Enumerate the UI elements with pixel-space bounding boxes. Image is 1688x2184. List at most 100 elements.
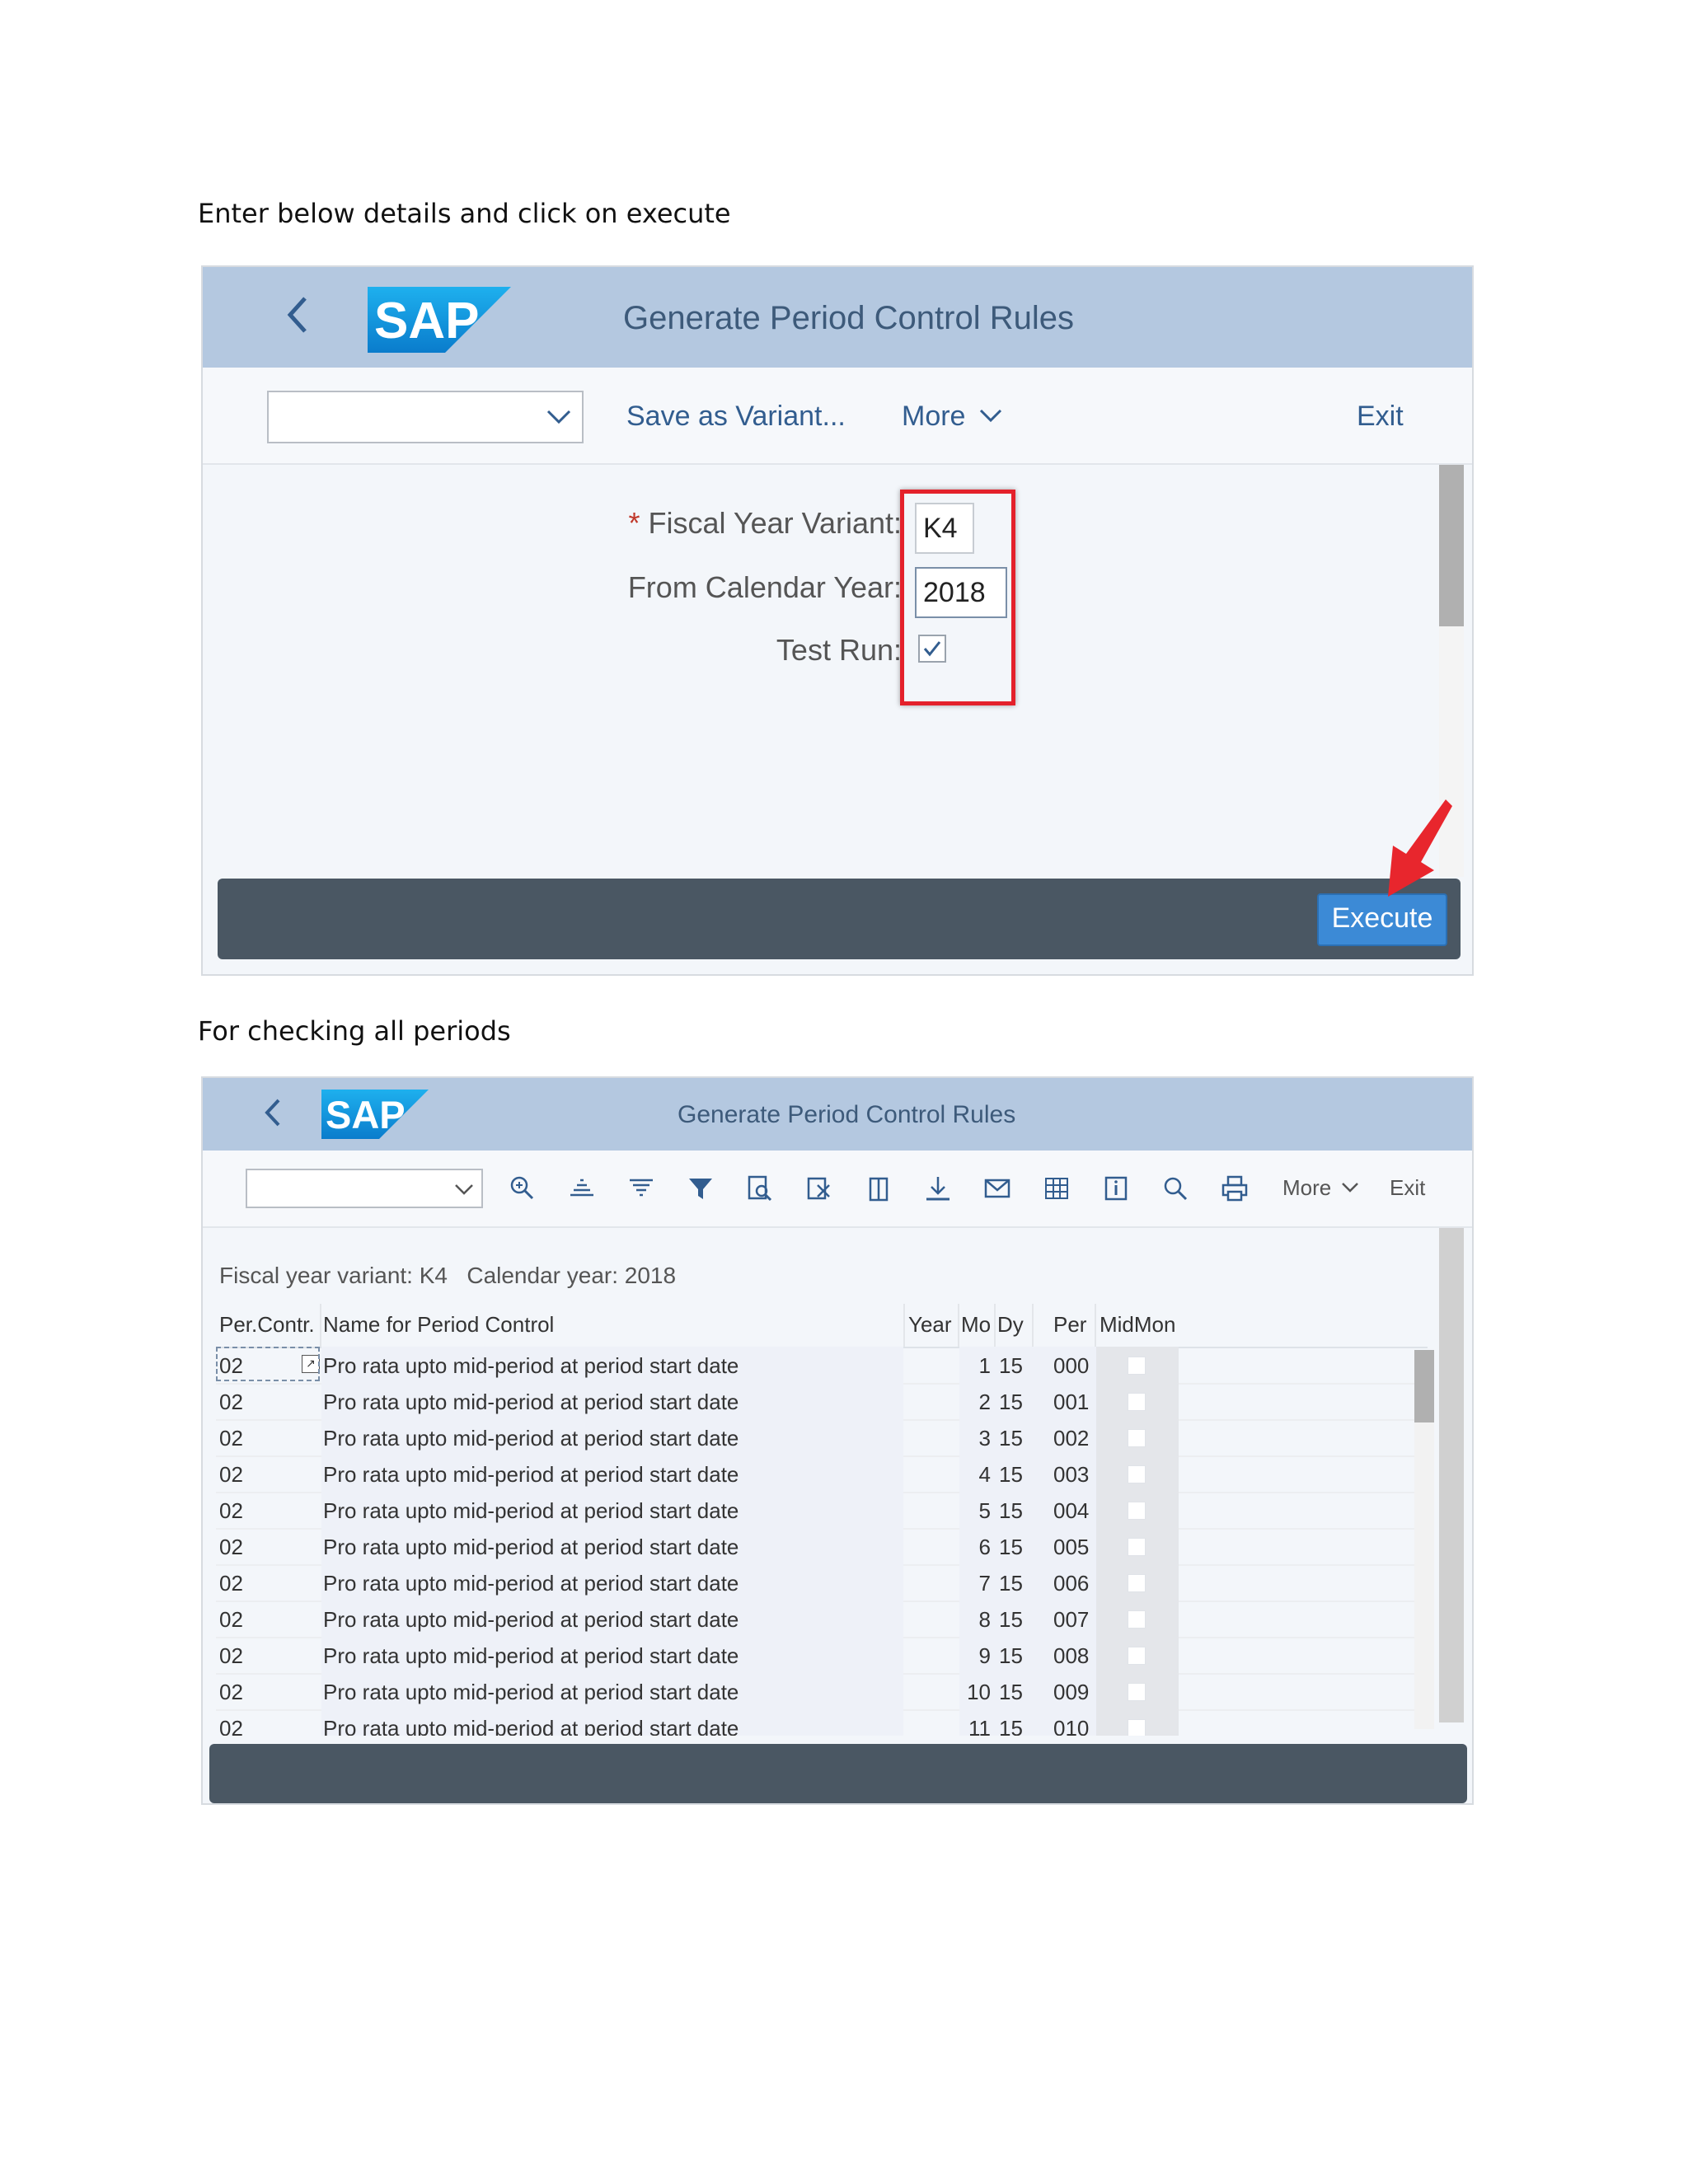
- cell-mo[interactable]: 5: [958, 1498, 991, 1524]
- cell-per-contr[interactable]: 02: [219, 1390, 243, 1415]
- chevron-left-icon[interactable]: [285, 295, 310, 339]
- filter-icon[interactable]: [686, 1174, 715, 1203]
- midmon-checkbox[interactable]: [1128, 1574, 1146, 1592]
- cell-name[interactable]: Pro rata upto mid-period at period start…: [323, 1353, 738, 1379]
- grid-scrollbar[interactable]: [1414, 1350, 1434, 1729]
- cell-mo[interactable]: 2: [958, 1390, 991, 1415]
- cell-per[interactable]: 004: [1053, 1498, 1089, 1524]
- col-header-name[interactable]: Name for Period Control: [323, 1312, 554, 1338]
- cell-dy[interactable]: 15: [999, 1462, 1023, 1488]
- cell-name[interactable]: Pro rata upto mid-period at period start…: [323, 1680, 738, 1705]
- cell-name[interactable]: Pro rata upto mid-period at period start…: [323, 1607, 738, 1633]
- cell-per-contr[interactable]: 02: [219, 1426, 243, 1451]
- cell-name[interactable]: Pro rata upto mid-period at period start…: [323, 1390, 738, 1415]
- midmon-checkbox[interactable]: [1128, 1393, 1146, 1411]
- cell-per[interactable]: 010: [1053, 1716, 1089, 1736]
- variant-dropdown[interactable]: [267, 391, 584, 443]
- zoom-in-icon[interactable]: [508, 1174, 537, 1203]
- mail-icon[interactable]: [982, 1174, 1012, 1203]
- download-icon[interactable]: [923, 1174, 953, 1203]
- cell-per-contr[interactable]: 02: [219, 1462, 243, 1488]
- table-row[interactable]: 02 Pro rata upto mid-period at period sta…: [216, 1383, 1428, 1421]
- save-as-variant-button[interactable]: Save as Variant...: [626, 401, 846, 433]
- cell-dy[interactable]: 15: [999, 1571, 1023, 1596]
- cell-per-contr[interactable]: 02: [219, 1571, 243, 1596]
- chevron-left-icon[interactable]: [264, 1098, 282, 1132]
- col-header-midmon[interactable]: MidMon: [1100, 1312, 1175, 1338]
- exit-button[interactable]: Exit: [1390, 1175, 1425, 1201]
- midmon-checkbox[interactable]: [1128, 1502, 1146, 1520]
- cell-mo[interactable]: 10: [958, 1680, 991, 1705]
- cell-name[interactable]: Pro rata upto mid-period at period start…: [323, 1426, 738, 1451]
- cell-dy[interactable]: 15: [999, 1680, 1023, 1705]
- info-icon[interactable]: [1101, 1174, 1131, 1203]
- print-icon[interactable]: [1220, 1174, 1250, 1203]
- col-header-mo[interactable]: Mo: [961, 1312, 991, 1338]
- table-row[interactable]: 02 Pro rata upto mid-period at period sta…: [216, 1637, 1428, 1675]
- cell-per-contr[interactable]: 02: [219, 1498, 243, 1524]
- midmon-checkbox[interactable]: [1128, 1429, 1146, 1447]
- grid-icon[interactable]: [1042, 1174, 1071, 1203]
- more-menu-button[interactable]: More: [1282, 1175, 1360, 1201]
- scrollbar-thumb[interactable]: [1439, 465, 1464, 626]
- cell-mo[interactable]: 6: [958, 1535, 991, 1560]
- cell-name[interactable]: Pro rata upto mid-period at period start…: [323, 1571, 738, 1596]
- cell-name[interactable]: Pro rata upto mid-period at period start…: [323, 1716, 738, 1736]
- more-menu-button[interactable]: More: [902, 401, 1003, 433]
- table-row[interactable]: 02 Pro rata upto mid-period at period sta…: [216, 1528, 1428, 1566]
- table-row[interactable]: 02 Pro rata upto mid-period at period sta…: [216, 1673, 1428, 1711]
- cell-dy[interactable]: 15: [999, 1498, 1023, 1524]
- cell-dy[interactable]: 15: [999, 1607, 1023, 1633]
- cell-dy[interactable]: 15: [999, 1390, 1023, 1415]
- table-row[interactable]: 02 Pro rata upto mid-period at period sta…: [216, 1564, 1428, 1602]
- cell-name[interactable]: Pro rata upto mid-period at period start…: [323, 1462, 738, 1488]
- variant-dropdown[interactable]: [246, 1169, 483, 1208]
- midmon-checkbox[interactable]: [1128, 1465, 1146, 1483]
- cell-per[interactable]: 001: [1053, 1390, 1089, 1415]
- cell-per-contr[interactable]: 02: [219, 1716, 243, 1736]
- cell-per[interactable]: 000: [1053, 1353, 1089, 1379]
- print-preview-icon[interactable]: [745, 1174, 775, 1203]
- midmon-checkbox[interactable]: [1128, 1357, 1146, 1375]
- cell-per[interactable]: 009: [1053, 1680, 1089, 1705]
- cell-per[interactable]: 002: [1053, 1426, 1089, 1451]
- grid-scrollbar-thumb[interactable]: [1414, 1350, 1434, 1422]
- cell-mo[interactable]: 1: [958, 1353, 991, 1379]
- col-header-per-contr[interactable]: Per.Contr.: [219, 1312, 315, 1338]
- cell-per-contr[interactable]: 02: [219, 1680, 243, 1705]
- midmon-checkbox[interactable]: [1128, 1610, 1146, 1629]
- export-icon[interactable]: [804, 1174, 834, 1203]
- cell-name[interactable]: Pro rata upto mid-period at period start…: [323, 1643, 738, 1669]
- cell-per[interactable]: 007: [1053, 1607, 1089, 1633]
- cell-per[interactable]: 008: [1053, 1643, 1089, 1669]
- cell-per[interactable]: 003: [1053, 1462, 1089, 1488]
- table-row[interactable]: 02 Pro rata upto mid-period at period sta…: [216, 1347, 1428, 1385]
- table-row[interactable]: 02 Pro rata upto mid-period at period sta…: [216, 1419, 1428, 1457]
- cell-per-contr[interactable]: 02: [219, 1643, 243, 1669]
- col-header-dy[interactable]: Dy: [997, 1312, 1024, 1338]
- table-row[interactable]: 02 Pro rata upto mid-period at period sta…: [216, 1709, 1428, 1736]
- exit-button[interactable]: Exit: [1357, 401, 1404, 433]
- cell-per-contr[interactable]: 02: [219, 1607, 243, 1633]
- table-row[interactable]: 02 Pro rata upto mid-period at period sta…: [216, 1601, 1428, 1638]
- cell-mo[interactable]: 9: [958, 1643, 991, 1669]
- cell-name[interactable]: Pro rata upto mid-period at period start…: [323, 1535, 738, 1560]
- midmon-checkbox[interactable]: [1128, 1719, 1146, 1736]
- outer-scrollbar[interactable]: [1439, 1228, 1464, 1722]
- cell-mo[interactable]: 8: [958, 1607, 991, 1633]
- cell-mo[interactable]: 11: [958, 1716, 991, 1736]
- cell-per[interactable]: 005: [1053, 1535, 1089, 1560]
- column-icon[interactable]: [864, 1174, 893, 1203]
- cell-mo[interactable]: 7: [958, 1571, 991, 1596]
- cell-dy[interactable]: 15: [999, 1643, 1023, 1669]
- search-icon[interactable]: [1160, 1174, 1190, 1203]
- cell-dy[interactable]: 15: [999, 1716, 1023, 1736]
- cell-name[interactable]: Pro rata upto mid-period at period start…: [323, 1498, 738, 1524]
- midmon-checkbox[interactable]: [1128, 1647, 1146, 1665]
- cell-mo[interactable]: 3: [958, 1426, 991, 1451]
- col-header-year[interactable]: Year: [908, 1312, 952, 1338]
- cell-per-contr[interactable]: 02: [219, 1535, 243, 1560]
- midmon-checkbox[interactable]: [1128, 1538, 1146, 1556]
- table-row[interactable]: 02 Pro rata upto mid-period at period sta…: [216, 1492, 1428, 1530]
- cell-mo[interactable]: 4: [958, 1462, 991, 1488]
